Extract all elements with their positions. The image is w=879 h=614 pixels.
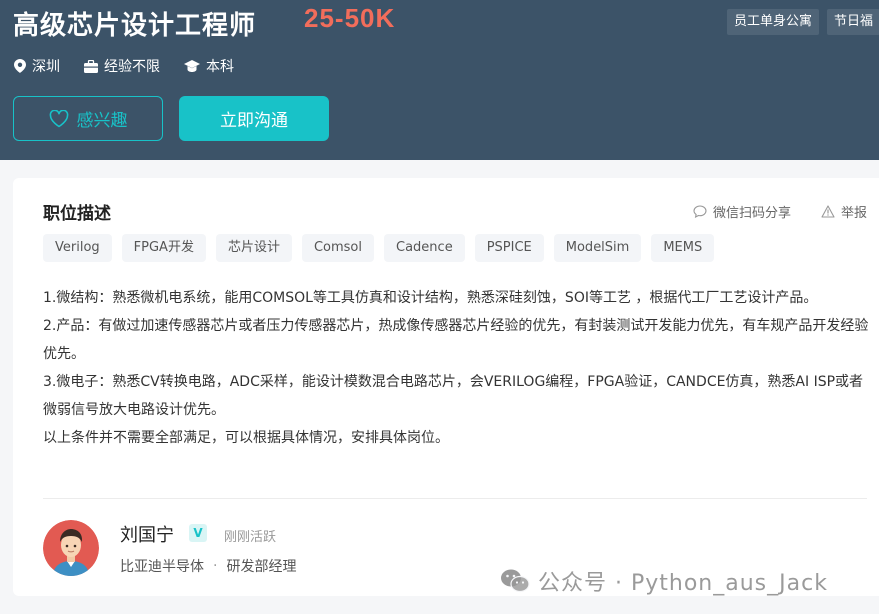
meta-experience: 经验不限 [84,56,160,76]
description-line: 以上条件并不需要全部满足，可以根据具体情况，安排具体岗位。 [43,430,449,446]
report-button[interactable]: 举报 [821,202,867,221]
recruiter-avatar[interactable] [43,520,99,576]
separator-dot: · [213,558,218,574]
skill-tag: PSPICE [474,234,544,262]
report-label: 举报 [840,206,867,221]
location-pin-icon [14,59,26,73]
chat-bubble-icon [693,205,707,218]
job-header: 高级芯片设计工程师 25-50K 员工单身公寓 节日福 深圳 经验不限 本科 感… [0,0,879,160]
interest-button[interactable]: 感兴趣 [13,96,163,141]
education-label: 本科 [206,59,234,75]
divider [43,498,867,499]
job-title: 高级芯片设计工程师 [13,11,257,41]
verified-badge: V [189,524,207,542]
meta-education: 本科 [184,56,234,76]
wechat-share-button[interactable]: 微信扫码分享 [693,202,791,221]
warning-icon [821,205,835,218]
skill-tag: Comsol [301,234,375,262]
recruiter-company-line: 比亚迪半导体 · 研发部经理 [120,556,296,576]
skill-tags: Verilog FPGA开发 芯片设计 Comsol Cadence PSPIC… [43,234,715,262]
graduation-cap-icon [184,59,200,72]
skill-tag: ModelSim [553,234,642,262]
job-meta: 深圳 经验不限 本科 [14,56,258,76]
briefcase-icon [84,59,98,73]
section-title: 职位描述 [43,204,111,224]
wechat-icon [501,569,530,593]
share-label: 微信扫码分享 [712,206,791,221]
description-line: 3.微电子：熟悉CV转换电路，ADC采样，能设计模数混合电路芯片，会VERILO… [43,374,864,418]
location-label: 深圳 [32,59,60,75]
description-line: 1.微结构：熟悉微机电系统，能用COMSOL等工具仿真和设计结构，熟悉深硅刻蚀，… [43,290,818,306]
recruiter-status: 刚刚活跃 [224,530,277,545]
chat-now-button[interactable]: 立即沟通 [179,96,329,141]
avatar-image [43,520,99,576]
skill-tag: Verilog [43,234,112,262]
benefit-tag: 节日福 [827,9,879,35]
card-actions: 微信扫码分享 举报 [663,202,867,221]
skill-tag: Cadence [384,234,465,262]
watermark-text: 公众号 · Python_aus_Jack [538,571,828,596]
description-line: 2.产品：有做过加速传感器芯片或者压力传感器芯片，热成像传感器芯片经验的优先，有… [43,318,869,362]
benefit-tag: 员工单身公寓 [727,9,820,35]
skill-tag: MEMS [651,234,715,262]
salary: 25-50K [304,3,396,33]
skill-tag: 芯片设计 [215,234,292,262]
watermark: 公众号 · Python_aus_Jack [500,565,828,597]
recruiter-position: 研发部经理 [226,559,297,575]
experience-label: 经验不限 [104,59,160,75]
skill-tag: FPGA开发 [121,234,206,262]
company-name: 比亚迪半导体 [120,559,204,575]
interest-label: 感兴趣 [76,111,128,131]
heart-icon [49,109,68,127]
recruiter-name: 刘国宁 [120,525,174,546]
job-description-card: 职位描述 微信扫码分享 举报 Verilog FPGA开发 芯片设计 Comso… [13,178,879,596]
benefit-list: 员工单身公寓 节日福 [727,9,879,35]
meta-location: 深圳 [14,56,60,76]
job-description-text: 1.微结构：熟悉微机电系统，能用COMSOL等工具仿真和设计结构，熟悉深硅刻蚀，… [43,284,873,452]
